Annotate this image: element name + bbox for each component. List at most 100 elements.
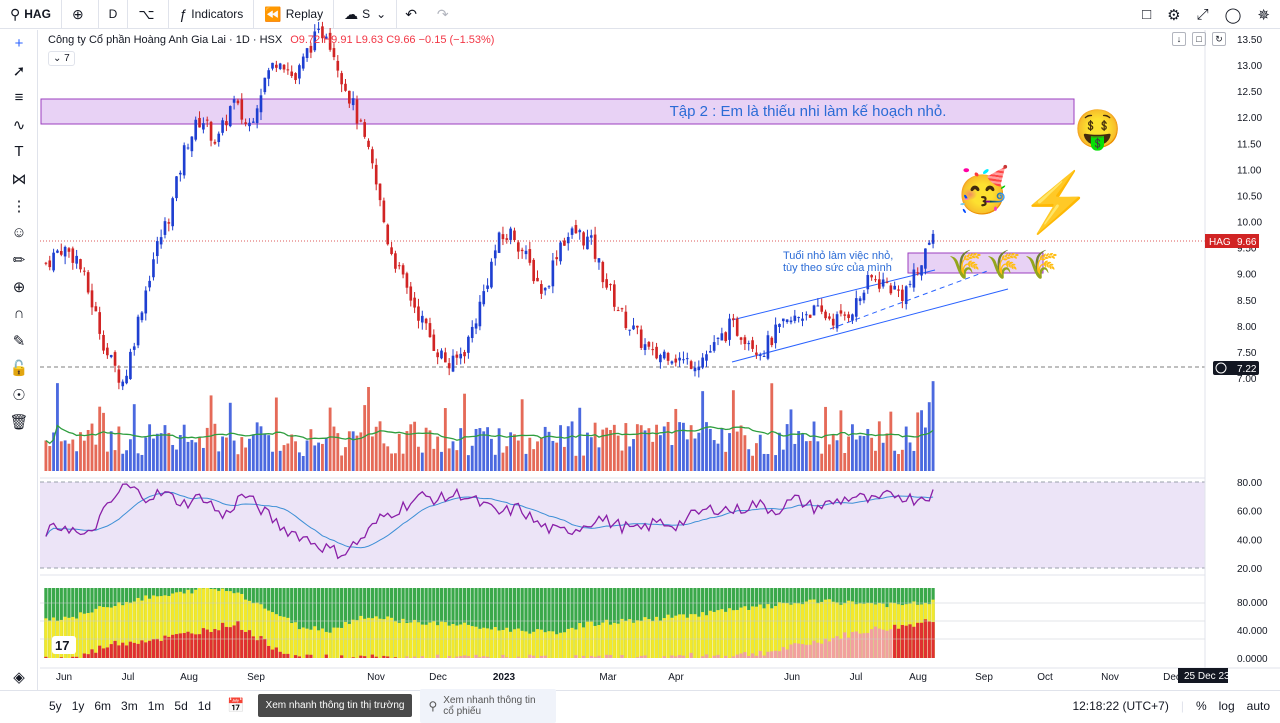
log-toggle[interactable]: log [1219, 699, 1235, 713]
volume-bar [259, 426, 263, 471]
price-tick-label: 8.00 [1237, 322, 1257, 333]
channel-upper-line[interactable] [731, 269, 936, 321]
candle-body [132, 346, 136, 350]
mfi-yellow-bar [359, 615, 363, 658]
volume-bar [155, 433, 159, 471]
price-tick-label: 8.50 [1237, 296, 1257, 307]
volume-bar [59, 441, 63, 471]
mfi-red-bar [505, 657, 509, 658]
mfi-yellow-bar [320, 628, 325, 658]
candle-body [820, 305, 824, 312]
candle-body [927, 242, 931, 245]
mfi-yellow-bar [397, 622, 401, 658]
candle-body [889, 285, 893, 294]
auto-toggle[interactable]: auto [1247, 699, 1270, 713]
stock-news-search[interactable]: ⚲ Xem nhanh thông tin cổ phiếu [420, 688, 557, 723]
mfi-red-bar [167, 636, 171, 658]
mfi-red-bar [712, 655, 716, 658]
percent-toggle[interactable]: % [1196, 699, 1207, 713]
price-chart[interactable]: Tập 2 : Em là thiếu nhi làm kế hoạch nhỏ… [0, 0, 1280, 690]
mfi-yellow-bar [447, 625, 451, 658]
volume-bar [766, 453, 770, 471]
volume-bar [513, 434, 516, 471]
volume-bar [278, 450, 282, 471]
pane-maximize-icon[interactable]: □ [1192, 32, 1206, 46]
mfi-yellow-bar [374, 616, 378, 658]
mfi-red-bar [140, 640, 144, 658]
mfi-red-bar [274, 647, 278, 658]
pane-down-icon[interactable]: ↓ [1172, 32, 1186, 46]
candle-body [482, 291, 486, 305]
volume-bar [720, 428, 724, 471]
time-tick-label: Aug [909, 672, 927, 683]
range-1y[interactable]: 1y [67, 699, 90, 713]
range-1d[interactable]: 1d [193, 699, 216, 713]
mfi-yellow-bar [343, 621, 348, 658]
volume-bar [370, 436, 374, 471]
mfi-yellow-bar [701, 612, 705, 658]
candle-body [290, 71, 294, 76]
volume-bar [758, 434, 762, 471]
mfi-yellow-bar [631, 622, 636, 658]
range-5d[interactable]: 5d [169, 699, 192, 713]
calendar-icon[interactable]: 📅 [222, 697, 249, 714]
mfi-yellow-bar [282, 616, 286, 658]
candle-body [182, 145, 186, 176]
mfi-yellow-bar [685, 617, 689, 658]
mfi-red-bar [701, 656, 705, 658]
range-3m[interactable]: 3m [116, 699, 143, 713]
mfi-red-bar [843, 632, 847, 658]
range-5y[interactable]: 5y [44, 699, 67, 713]
mfi-yellow-bar [735, 609, 739, 658]
mfi-red-bar [117, 645, 121, 658]
mfi-yellow-bar [585, 621, 590, 658]
mfi-yellow-bar [497, 630, 501, 658]
volume-bar [263, 434, 267, 471]
mfi-yellow-bar [482, 627, 486, 658]
candle-body [155, 241, 159, 257]
add-alert-icon[interactable] [1215, 362, 1227, 374]
mfi-yellow-bar [524, 631, 528, 658]
time-tick-label: Jun [784, 672, 800, 683]
candle-body [601, 262, 605, 283]
candle-body [140, 312, 144, 321]
clock-time[interactable]: 12:18:22 (UTC+7) [1072, 699, 1168, 713]
volume-bar [455, 450, 459, 471]
volume-bar [701, 391, 705, 471]
mfi-yellow-bar [489, 629, 494, 658]
volume-bar [305, 440, 309, 471]
time-sep: | [1180, 699, 1184, 713]
volume-bar [820, 453, 824, 471]
mfi-red-bar [462, 655, 467, 658]
candle-body [275, 64, 278, 68]
candle-body [670, 361, 674, 364]
channel-lower-line[interactable] [731, 288, 1009, 363]
mfi-yellow-bar [662, 618, 666, 658]
mfi-red-bar [904, 625, 908, 658]
candle-body [432, 334, 436, 351]
candle-body [121, 381, 125, 387]
candle-body [920, 265, 923, 276]
mfi-red-bar [793, 643, 797, 658]
volume-bar [397, 433, 401, 471]
candle-body [167, 222, 171, 224]
mfi-red-bar [528, 654, 532, 658]
range-6m[interactable]: 6m [89, 699, 116, 713]
candle-body [217, 133, 221, 143]
volume-bar [213, 423, 217, 471]
market-news-button[interactable]: Xem nhanh thông tin thị trường [257, 694, 413, 717]
mfi-red-bar [885, 630, 889, 658]
mfi-red-bar [581, 655, 586, 658]
candle-body [739, 337, 743, 340]
candle-body [582, 232, 585, 246]
volume-bar [651, 441, 655, 471]
volume-bar [628, 446, 632, 471]
volume-bar [175, 449, 178, 471]
volume-bar [747, 449, 751, 471]
indicators-toggle[interactable]: ⌄ 7 [48, 51, 75, 66]
range-1m[interactable]: 1m [143, 699, 170, 713]
mfi-tick-label: 40.000 [1237, 626, 1268, 637]
volume-bar [432, 448, 436, 471]
mfi-red-bar [785, 649, 789, 658]
pane-settings-icon[interactable]: ↻ [1212, 32, 1226, 46]
